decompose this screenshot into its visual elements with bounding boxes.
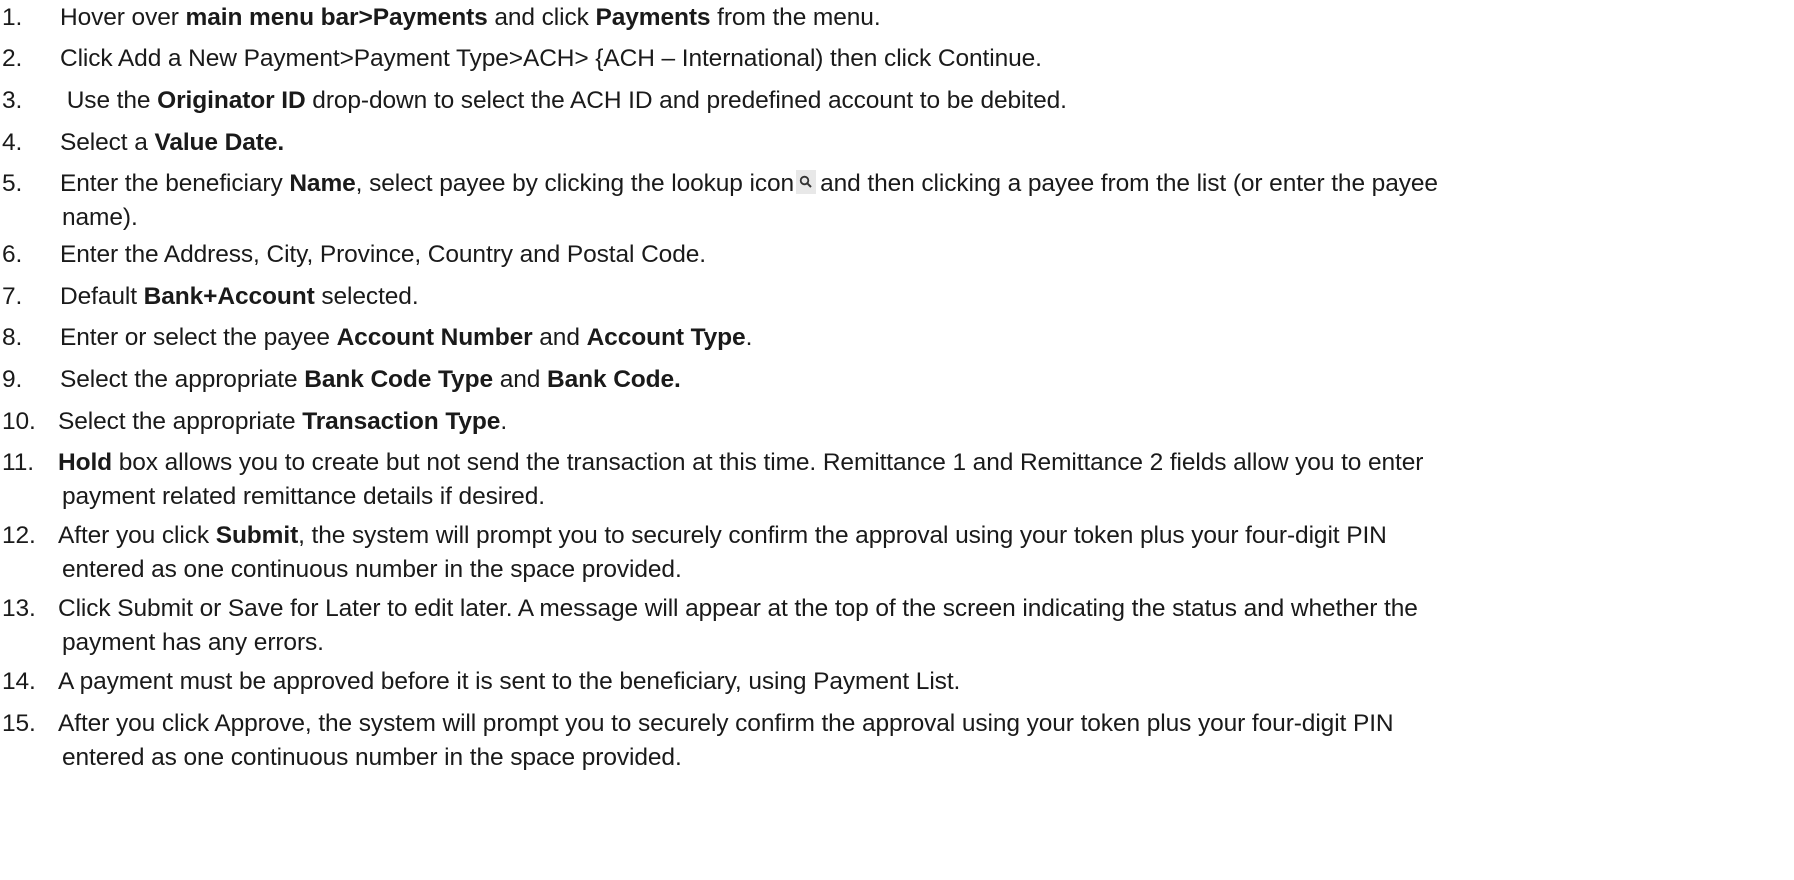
step-number: 3.	[2, 87, 23, 114]
step-text: Enter the beneficiary Name, select payee…	[60, 170, 1438, 197]
step-text-continued: payment related remittance details if de…	[62, 483, 545, 510]
step-11: 11. Hold box allows you to create but no…	[0, 446, 1790, 514]
step-number: 2.	[2, 45, 23, 72]
step-text: Click Submit or Save for Later to edit l…	[58, 595, 1418, 622]
step-number: 8.	[2, 324, 23, 351]
step-text: Select the appropriate Bank Code Type an…	[60, 366, 681, 393]
step-number: 11.	[2, 449, 34, 476]
step-number: 10.	[2, 408, 36, 435]
step-text-continued: payment has any errors.	[62, 629, 324, 656]
step-text: Enter the Address, City, Province, Count…	[60, 241, 706, 268]
step-text: Select the appropriate Transaction Type.	[58, 408, 508, 435]
step-number: 14.	[2, 668, 36, 695]
step-text: Enter or select the payee Account Number…	[60, 324, 753, 351]
step-text-continued: name).	[62, 204, 138, 231]
step-text: Select a Value Date.	[60, 129, 285, 156]
step-text: Hover over main menu bar>Payments and cl…	[60, 4, 881, 31]
step-text: After you click Approve, the system will…	[58, 710, 1394, 737]
step-text-continued: entered as one continuous number in the …	[62, 744, 682, 771]
step-number: 13.	[2, 595, 36, 622]
step-text: A payment must be approved before it is …	[58, 668, 961, 695]
step-text: Click Add a New Payment>Payment Type>ACH…	[60, 45, 1042, 72]
step-number: 1.	[2, 4, 23, 31]
step-text: Default Bank+Account selected.	[60, 283, 419, 310]
step-5: 5. Enter the beneficiary Name, select pa…	[0, 167, 1790, 235]
step-text: Hold box allows you to create but not se…	[58, 449, 1424, 476]
step-12: 12. After you click Submit, the system w…	[0, 519, 1790, 587]
magnifier-icon	[796, 170, 817, 194]
step-15: 15. After you click Approve, the system …	[0, 707, 1790, 775]
step-13: 13. Click Submit or Save for Later to ed…	[0, 592, 1790, 660]
step-number: 5.	[2, 170, 23, 197]
step-number: 9.	[2, 366, 23, 393]
step-text-continued: entered as one continuous number in the …	[62, 556, 682, 583]
step-text: Use the Originator ID drop-down to selec…	[60, 87, 1067, 114]
instruction-document: 1. Hover over main menu bar>Payments and…	[0, 0, 1794, 880]
step-number: 7.	[2, 283, 23, 310]
step-text: After you click Submit, the system will …	[58, 522, 1387, 549]
step-number: 4.	[2, 129, 23, 156]
step-number: 6.	[2, 241, 23, 268]
step-number: 12.	[2, 522, 36, 549]
step-number: 15.	[2, 710, 36, 737]
